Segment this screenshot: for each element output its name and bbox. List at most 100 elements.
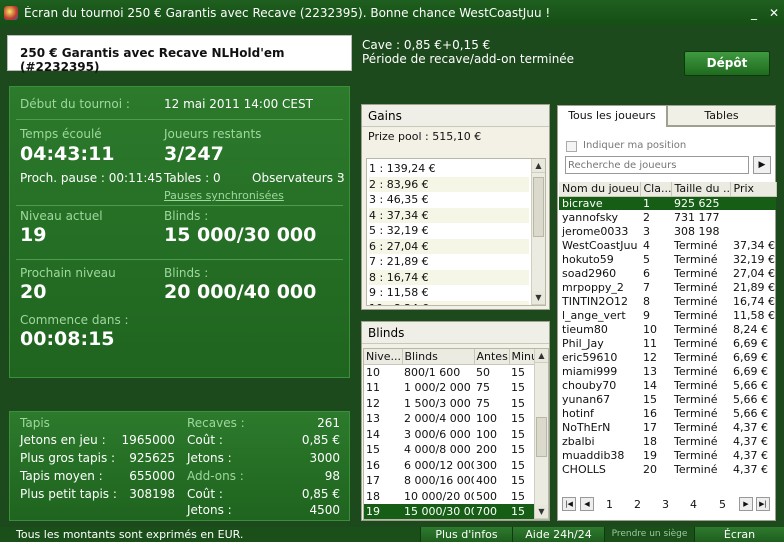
player-row[interactable]: yunan67 15 Terminé 5,66 € bbox=[559, 392, 776, 406]
players-column-header[interactable]: Cla... bbox=[640, 182, 672, 197]
page-link[interactable]: 5 bbox=[719, 498, 726, 511]
player-row[interactable]: yannofsky 2 731 177 bbox=[559, 210, 776, 224]
blinds-scrollbar[interactable]: ▲ ▼ bbox=[534, 349, 548, 519]
player-row[interactable]: Phil_Jay 11 Terminé 6,69 € bbox=[559, 336, 776, 350]
page-link[interactable]: 3 bbox=[662, 498, 669, 511]
take-seat-button[interactable]: Prendre un siège bbox=[604, 527, 694, 542]
player-cell: Terminé bbox=[674, 448, 718, 462]
blinds-column-header[interactable]: Blinds bbox=[402, 349, 475, 365]
player-cell bbox=[730, 210, 776, 224]
player-row[interactable]: miami999 13 Terminé 6,69 € bbox=[559, 364, 776, 378]
sync-breaks-link[interactable]: Pauses synchronisées bbox=[164, 189, 284, 202]
player-row[interactable]: NoThErN 17 Terminé 4,37 € bbox=[559, 420, 776, 434]
minimize-icon[interactable]: _ bbox=[744, 6, 764, 20]
prizes-list[interactable]: 1 : 139,24 €2 : 83,96 €3 : 46,35 €4 : 37… bbox=[366, 158, 546, 306]
player-row[interactable]: chouby70 14 Terminé 5,66 € bbox=[559, 378, 776, 392]
starts-in-value: 00:08:15 bbox=[20, 328, 115, 350]
blinds-row[interactable]: 2020 000/40 0001 00015 bbox=[364, 520, 536, 521]
scroll-up-icon[interactable]: ▲ bbox=[535, 349, 548, 363]
show-position-checkbox[interactable] bbox=[566, 141, 577, 152]
elapsed-label: Temps écoulé bbox=[20, 127, 102, 141]
stat-label: Plus gros tapis : bbox=[20, 451, 116, 465]
blinds-title: Blinds bbox=[362, 322, 549, 344]
player-row[interactable]: CHOLLS 20 Terminé 4,37 € bbox=[559, 462, 776, 476]
blinds-row[interactable]: 15 4 000/8 000 200 15 bbox=[364, 442, 536, 458]
player-row[interactable]: l_ange_vert 9 Terminé 11,58 € bbox=[559, 308, 776, 322]
players-column-header[interactable]: Taille du ... bbox=[671, 182, 731, 197]
deposit-button[interactable]: Dépôt bbox=[684, 51, 770, 76]
blinds-row[interactable]: 17 8 000/16 000 400 15 bbox=[364, 473, 536, 489]
blinds-column-header[interactable]: Nive... bbox=[364, 349, 403, 365]
scroll-thumb[interactable] bbox=[533, 177, 544, 237]
players-column-header[interactable]: Prix bbox=[730, 182, 777, 197]
prize-item: 4 : 37,34 € bbox=[369, 207, 529, 223]
tapis-label: Tapis bbox=[20, 416, 50, 430]
player-row[interactable]: hokuto59 5 Terminé 32,19 € bbox=[559, 252, 776, 266]
prizes-scrollbar[interactable]: ▲ ▼ bbox=[531, 159, 545, 305]
starts-in-label: Commence dans : bbox=[20, 313, 129, 327]
blinds-cell: 17 bbox=[366, 474, 380, 488]
blinds-row[interactable]: 11 1 000/2 000 75 15 bbox=[364, 380, 536, 396]
blinds-row[interactable]: 14 3 000/6 000 100 15 bbox=[364, 427, 536, 443]
blinds-row[interactable]: 10 800/1 600 50 15 bbox=[364, 365, 536, 381]
more-info-button[interactable]: Plus d'infos bbox=[420, 527, 512, 542]
tables-count: Tables : 0 bbox=[164, 171, 221, 185]
player-row[interactable]: TINTIN2O12 8 Terminé 16,74 € bbox=[559, 294, 776, 308]
player-row[interactable]: tieum80 10 Terminé 8,24 € bbox=[559, 322, 776, 336]
addon-chips-value: 4500 bbox=[309, 503, 340, 517]
blinds-row[interactable]: 13 2 000/4 000 100 15 bbox=[364, 411, 536, 427]
player-cell: 12 bbox=[643, 350, 657, 364]
screen-button[interactable]: Écran bbox=[694, 527, 784, 542]
player-cell: 6,69 € bbox=[733, 336, 768, 350]
player-row[interactable]: mrpoppy_2 7 Terminé 21,89 € bbox=[559, 280, 776, 294]
prev-page-icon[interactable]: ◀ bbox=[580, 497, 594, 511]
scroll-down-icon[interactable]: ▼ bbox=[532, 291, 545, 305]
prize-item: 1 : 139,24 € bbox=[369, 162, 436, 175]
player-search-input[interactable] bbox=[565, 156, 749, 174]
blinds-list[interactable]: Nive... Blinds Antes Minu 10 800/1 600 50 15 11… bbox=[363, 348, 549, 520]
player-row[interactable]: WestCoastJuu 4 Terminé 37,34 € bbox=[559, 238, 776, 252]
page-link[interactable]: 4 bbox=[690, 498, 697, 511]
blinds-cell: 12 bbox=[366, 396, 380, 410]
next-page-icon[interactable]: ▶ bbox=[739, 497, 753, 511]
player-row[interactable]: soad2960 6 Terminé 27,04 € bbox=[559, 266, 776, 280]
players-panel: Indiquer ma position ▶ Nom du joueurCla.… bbox=[557, 126, 777, 521]
player-cell: yannofsky bbox=[562, 210, 619, 224]
tab-all-players[interactable]: Tous les joueurs bbox=[557, 105, 667, 127]
blinds-cell: 15 bbox=[509, 520, 536, 521]
player-cell: tieum80 bbox=[562, 322, 608, 336]
blinds-cell: 15 bbox=[511, 396, 525, 410]
page-link[interactable]: 1 bbox=[606, 498, 613, 511]
blinds-column-header[interactable]: Minu bbox=[509, 349, 537, 365]
player-row[interactable]: bicrave 1 925 625 bbox=[559, 196, 776, 210]
player-cell: Terminé bbox=[674, 336, 718, 350]
player-row[interactable]: zbalbi 18 Terminé 4,37 € bbox=[559, 434, 776, 448]
players-table: Nom du joueur Cla... Taille du ... Prix bic… bbox=[559, 182, 777, 476]
player-row[interactable]: hotinf 16 Terminé 5,66 € bbox=[559, 406, 776, 420]
player-cell: mrpoppy_2 bbox=[562, 280, 624, 294]
player-row[interactable]: jerome0033 3 308 198 bbox=[559, 224, 776, 238]
player-cell: Terminé bbox=[674, 378, 718, 392]
player-cell: hotinf bbox=[562, 406, 594, 420]
players-column-header[interactable]: Nom du joueur bbox=[559, 182, 641, 197]
blinds-column-header[interactable]: Antes bbox=[474, 349, 510, 365]
help-button[interactable]: Aide 24h/24 bbox=[512, 527, 604, 542]
scroll-thumb[interactable] bbox=[536, 417, 547, 457]
player-cell: 4,37 € bbox=[733, 462, 768, 476]
player-row[interactable]: muaddib38 19 Terminé 4,37 € bbox=[559, 448, 776, 462]
tab-tables[interactable]: Tables bbox=[667, 105, 776, 126]
blinds-row[interactable]: 12 1 500/3 000 75 15 bbox=[364, 396, 536, 412]
player-row[interactable]: eric59610 12 Terminé 6,69 € bbox=[559, 350, 776, 364]
close-icon[interactable]: ✕ bbox=[764, 6, 784, 20]
blinds-row[interactable]: 18 10 000/20 000500 15 bbox=[364, 489, 536, 505]
blinds-row[interactable]: 16 6 000/12 000 300 15 bbox=[364, 458, 536, 474]
player-cell: soad2960 bbox=[562, 266, 617, 280]
last-page-icon[interactable]: ▶| bbox=[756, 497, 770, 511]
blinds-cell: 11 bbox=[366, 381, 380, 395]
first-page-icon[interactable]: |◀ bbox=[562, 497, 576, 511]
page-link[interactable]: 2 bbox=[634, 498, 641, 511]
search-go-button[interactable]: ▶ bbox=[753, 156, 771, 174]
scroll-down-icon[interactable]: ▼ bbox=[535, 505, 548, 519]
blinds-row[interactable]: 1915 000/30 00070015 bbox=[364, 504, 536, 519]
scroll-up-icon[interactable]: ▲ bbox=[532, 159, 545, 173]
